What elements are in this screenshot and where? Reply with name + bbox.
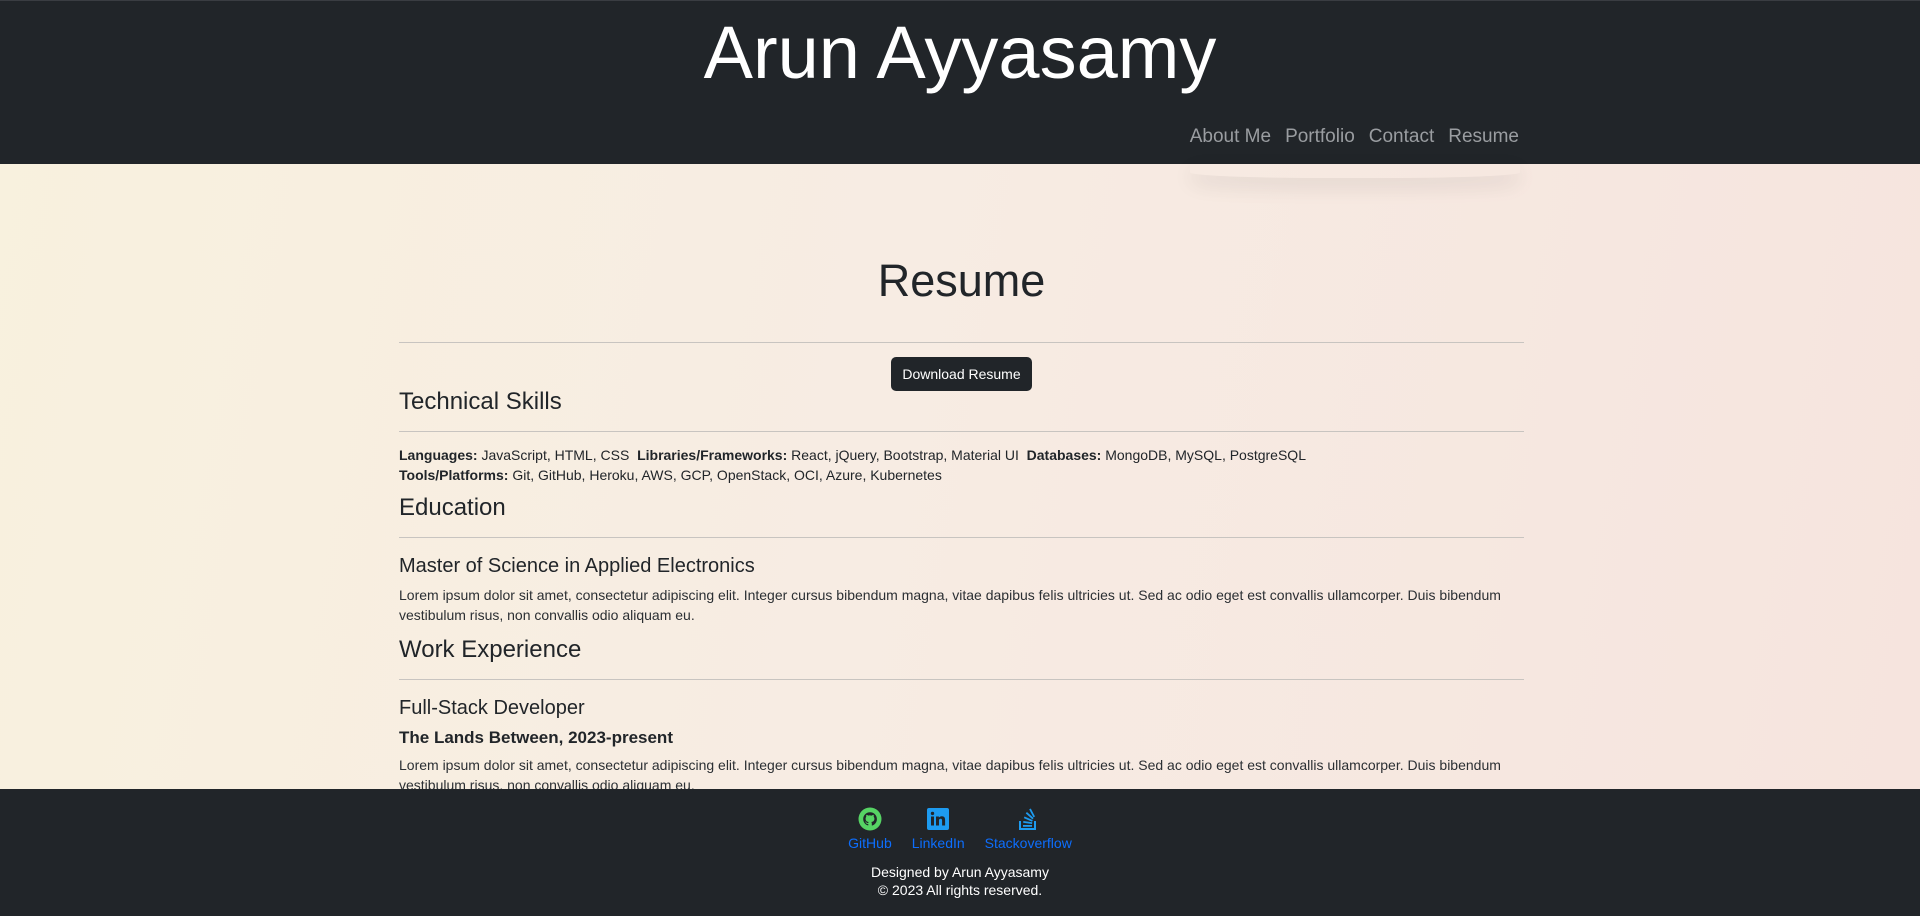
skills-list: Languages: JavaScript, HTML, CSS Librari… — [399, 445, 1524, 485]
site-title: Arun Ayyasamy — [703, 11, 1217, 94]
linkedin-icon — [927, 808, 950, 830]
social-links: GitHub LinkedIn Stackoverflow — [0, 807, 1920, 851]
linkedin-label: LinkedIn — [911, 835, 965, 851]
nav-about-me[interactable]: About Me — [1183, 125, 1278, 149]
work-experience-title: Work Experience — [399, 636, 582, 663]
download-wrap: Download Resume — [399, 357, 1524, 391]
github-link[interactable]: GitHub — [848, 807, 892, 851]
education-title: Education — [399, 494, 506, 521]
skills-line-2: Tools/Platforms: Git, GitHub, Heroku, AW… — [399, 465, 1524, 485]
divider — [399, 537, 1524, 538]
databases-label: Databases: — [1026, 447, 1102, 463]
languages-value: JavaScript, HTML, CSS — [481, 447, 630, 463]
nav-contact[interactable]: Contact — [1362, 125, 1441, 149]
divider — [399, 342, 1524, 343]
tools-value: Git, GitHub, Heroku, AWS, GCP, OpenStack… — [512, 467, 942, 483]
github-label: GitHub — [848, 835, 892, 851]
site-footer: GitHub LinkedIn Stackoverflow Designed b… — [0, 789, 1920, 916]
tools-label: Tools/Platforms: — [399, 467, 509, 483]
site-header: Arun Ayyasamy About Me Portfolio Contact… — [0, 0, 1920, 164]
resume-section: Resume Download Resume Technical Skills … — [399, 164, 1524, 789]
download-resume-button[interactable]: Download Resume — [891, 357, 1032, 391]
libraries-label: Libraries/Frameworks: — [637, 447, 788, 463]
github-icon — [858, 807, 882, 831]
footer-credits: Designed by Arun Ayyasamy © 2023 All rig… — [0, 863, 1920, 899]
main-nav: About Me Portfolio Contact Resume — [1183, 125, 1526, 149]
work-description: Lorem ipsum dolor sit amet, consectetur … — [399, 757, 1501, 789]
stackoverflow-link[interactable]: Stackoverflow — [985, 807, 1072, 851]
databases-value: MongoDB, MySQL, PostgreSQL — [1105, 447, 1306, 463]
skills-line-1: Languages: JavaScript, HTML, CSS Librari… — [399, 445, 1524, 465]
divider — [399, 679, 1524, 680]
page-title: Resume — [877, 255, 1046, 306]
credit-designed-by: Designed by Arun Ayyasamy — [871, 864, 1049, 880]
job-role: Full-Stack Developer — [399, 697, 585, 719]
libraries-value: React, jQuery, Bootstrap, Material UI — [791, 447, 1019, 463]
divider — [399, 431, 1524, 432]
degree-title: Master of Science in Applied Electronics — [399, 555, 755, 577]
technical-skills-title: Technical Skills — [399, 388, 562, 415]
nav-resume[interactable]: Resume — [1441, 125, 1526, 149]
linkedin-link[interactable]: LinkedIn — [912, 807, 965, 851]
stackoverflow-icon — [1019, 808, 1037, 830]
languages-label: Languages: — [399, 447, 478, 463]
credit-copyright: © 2023 All rights reserved. — [877, 882, 1043, 898]
nav-portfolio[interactable]: Portfolio — [1278, 125, 1362, 149]
stackoverflow-label: Stackoverflow — [984, 835, 1072, 851]
education-description: Lorem ipsum dolor sit amet, consectetur … — [399, 587, 1501, 623]
job-company-period: The Lands Between, 2023-present — [399, 728, 673, 747]
